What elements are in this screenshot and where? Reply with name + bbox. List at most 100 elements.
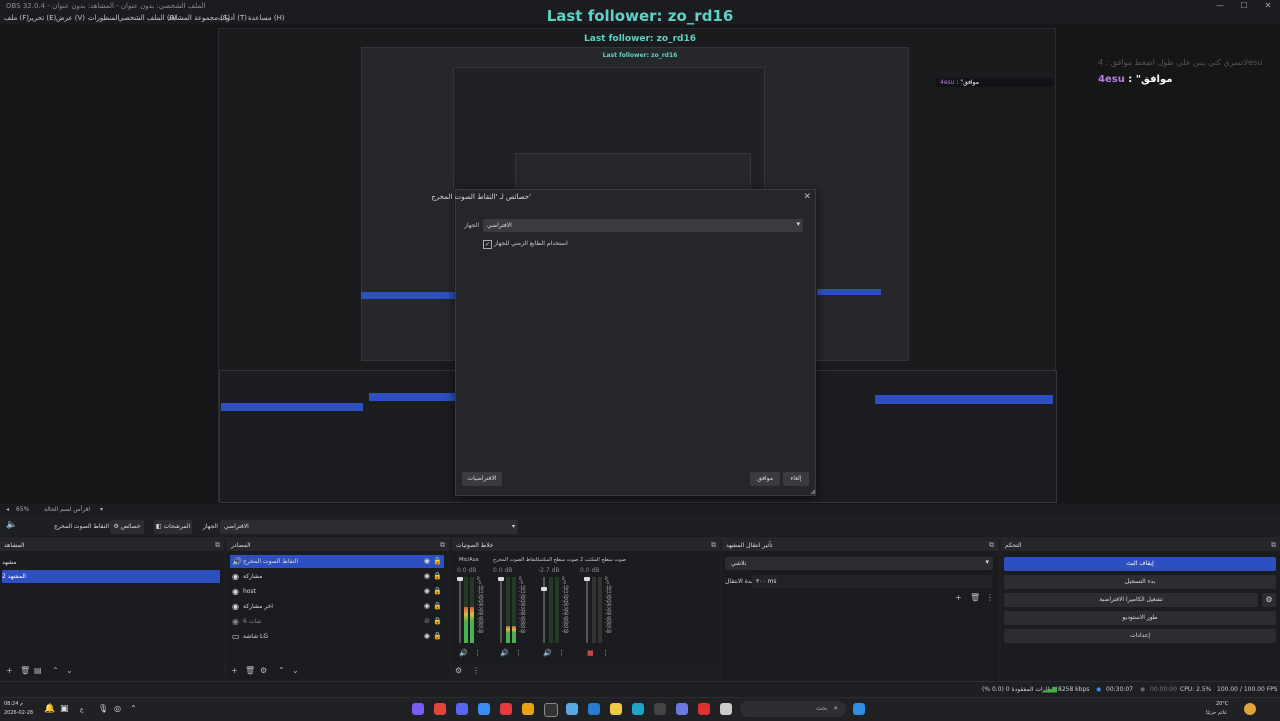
visibility-eye-icon[interactable]: ◉ [424, 555, 430, 568]
defaults-button[interactable]: الافتراضيات [462, 472, 502, 486]
settings-button[interactable]: إعدادات [1004, 629, 1276, 643]
app-icon[interactable] [654, 703, 666, 715]
source-item[interactable]: ◉ host ◉ 🔒 [230, 585, 444, 598]
app-icon[interactable] [522, 703, 534, 715]
visibility-eye-icon[interactable]: ◉ [424, 630, 430, 643]
lock-icon[interactable]: 🔒 [433, 630, 442, 643]
resize-grip-icon[interactable]: ◢ [810, 488, 815, 495]
chevron-up-icon[interactable]: ⌃ [130, 704, 137, 713]
obs-tray-icon[interactable]: ◎ [114, 704, 121, 713]
dock-menu-icon[interactable]: ⧉ [215, 540, 220, 551]
source-item[interactable]: ▭ شاشة LG ◉ 🔒 [230, 630, 444, 643]
discord-icon[interactable] [456, 703, 468, 715]
transition-select[interactable]: تلاشي ▾ [725, 557, 993, 570]
file-explorer-icon[interactable] [610, 703, 622, 715]
app-icon[interactable] [698, 703, 710, 715]
app-icon[interactable] [588, 703, 600, 715]
lock-icon[interactable]: 🔒 [433, 585, 442, 598]
app-icon[interactable] [412, 703, 424, 715]
fader-knob[interactable] [584, 577, 590, 581]
dock-menu-icon[interactable]: ⧉ [440, 540, 445, 551]
transition-menu-icon[interactable]: ⋮ [986, 592, 994, 604]
dock-menu-icon[interactable]: ⧉ [711, 540, 716, 551]
close-icon[interactable]: ✕ [803, 190, 811, 204]
channel-fader[interactable] [541, 577, 547, 643]
remove-source-icon[interactable]: 🗑 [245, 665, 255, 677]
network-icon[interactable]: ▣ [60, 704, 69, 714]
add-transition-icon[interactable]: + [955, 592, 962, 604]
source-item[interactable]: ◉ اخر مشاركة ◉ 🔒 [230, 600, 444, 613]
clock-date[interactable]: 2026-02-28 [4, 710, 33, 716]
remove-transition-icon[interactable]: 🗑 [970, 592, 980, 604]
channel-menu-icon[interactable]: ⋮ [474, 649, 481, 657]
channel-fader[interactable] [457, 577, 463, 643]
channel-fader[interactable] [584, 577, 590, 643]
virtual-camera-gear-icon[interactable]: ⚙ [1262, 593, 1276, 607]
source-item-selected[interactable]: 🔊 التقاط الصوت المخرج ◉ 🔒 [230, 555, 444, 568]
weather-desc[interactable]: غائم جزئيًا [1206, 710, 1227, 716]
scene-filters-icon[interactable]: ▤ [34, 665, 42, 677]
app-icon[interactable] [720, 703, 732, 715]
weather-temp[interactable]: 20°C [1216, 701, 1228, 707]
zoom-level[interactable]: 65% [16, 506, 29, 513]
fader-knob[interactable] [498, 577, 504, 581]
source-properties-icon[interactable]: ⚙ [260, 665, 267, 677]
dock-menu-icon[interactable]: ⧉ [1271, 540, 1276, 551]
scene-up-icon[interactable]: ⌃ [52, 665, 59, 677]
scene-item[interactable]: مشهد [2, 556, 220, 569]
app-icon[interactable] [676, 703, 688, 715]
properties-button[interactable]: ⚙ خصائص [110, 520, 144, 534]
source-down-icon[interactable]: ⌄ [292, 665, 299, 677]
fader-knob[interactable] [457, 577, 463, 581]
studio-mode-button[interactable]: طور الاستوديو [1004, 611, 1276, 625]
start-recording-button[interactable]: بدء التسجيل [1004, 575, 1276, 589]
start-virtual-camera-button[interactable]: تشغيل الكاميرا الافتراضية [1004, 593, 1258, 607]
taskbar-search[interactable]: بحث ⌕ [740, 701, 846, 717]
clock-time[interactable]: 08:24 م [4, 701, 23, 707]
source-up-icon[interactable]: ⌃ [278, 665, 285, 677]
language-indicator[interactable]: ع [80, 706, 84, 713]
lock-icon[interactable]: 🔒 [433, 570, 442, 583]
microphone-icon[interactable]: 🎙 [98, 704, 108, 713]
filters-button[interactable]: ◧ المرشحات [154, 520, 192, 534]
cancel-button[interactable]: إلغاء [783, 472, 809, 486]
app-icon[interactable] [478, 703, 490, 715]
timestamp-checkbox[interactable]: ✓ [483, 240, 492, 249]
duration-field[interactable]: ٣٠٠ ms [752, 575, 992, 588]
ok-button[interactable]: موافق [750, 472, 780, 486]
obs-app-icon[interactable] [544, 703, 558, 717]
remove-scene-icon[interactable]: 🗑 [20, 665, 30, 677]
lock-icon[interactable]: 🔒 [433, 615, 442, 628]
lock-icon[interactable]: 🔒 [433, 555, 442, 568]
dock-menu-icon[interactable]: ⧉ [989, 540, 994, 551]
visibility-eye-icon[interactable]: ◉ [424, 570, 430, 583]
app-icon[interactable] [500, 703, 512, 715]
channel-menu-icon[interactable]: ⋮ [515, 649, 522, 657]
notification-bell-icon[interactable]: 🔔 [44, 704, 55, 714]
zoom-chevron-icon[interactable]: ▾ [100, 506, 103, 513]
channel-fader[interactable] [498, 577, 504, 643]
mute-speaker-icon[interactable]: 🔊 [543, 649, 552, 657]
source-item-hidden[interactable]: ◉ شات 6 ⊘ 🔒 [230, 615, 444, 628]
fader-knob[interactable] [541, 587, 547, 591]
mute-speaker-icon[interactable]: 🔊 [459, 649, 468, 657]
scene-down-icon[interactable]: ⌄ [66, 665, 73, 677]
scene-item-selected[interactable]: المشهد 2 [2, 570, 220, 583]
toolbar-device-select[interactable]: الافتراضي ▾ [220, 520, 518, 534]
muted-speaker-icon[interactable]: ■ [587, 649, 594, 657]
windows-start-icon[interactable] [853, 703, 865, 715]
lock-icon[interactable]: 🔒 [433, 600, 442, 613]
channel-menu-icon[interactable]: ⋮ [558, 649, 565, 657]
stop-streaming-button[interactable]: إيقاف البث [1004, 557, 1276, 571]
mixer-menu-icon[interactable]: ⋮ [472, 665, 480, 677]
mute-speaker-icon[interactable]: 🔊 [500, 649, 509, 657]
weather-icon[interactable] [1244, 703, 1256, 715]
channel-menu-icon[interactable]: ⋮ [602, 649, 609, 657]
mixer-settings-icon[interactable]: ⚙ [455, 665, 462, 677]
hidden-eye-icon[interactable]: ⊘ [424, 615, 430, 628]
add-source-icon[interactable]: + [231, 665, 238, 677]
source-item[interactable]: ◉ مشاركة ◉ 🔒 [230, 570, 444, 583]
edge-icon[interactable] [632, 703, 644, 715]
device-select[interactable]: الافتراضي ▾ [483, 219, 803, 232]
visibility-eye-icon[interactable]: ◉ [424, 600, 430, 613]
